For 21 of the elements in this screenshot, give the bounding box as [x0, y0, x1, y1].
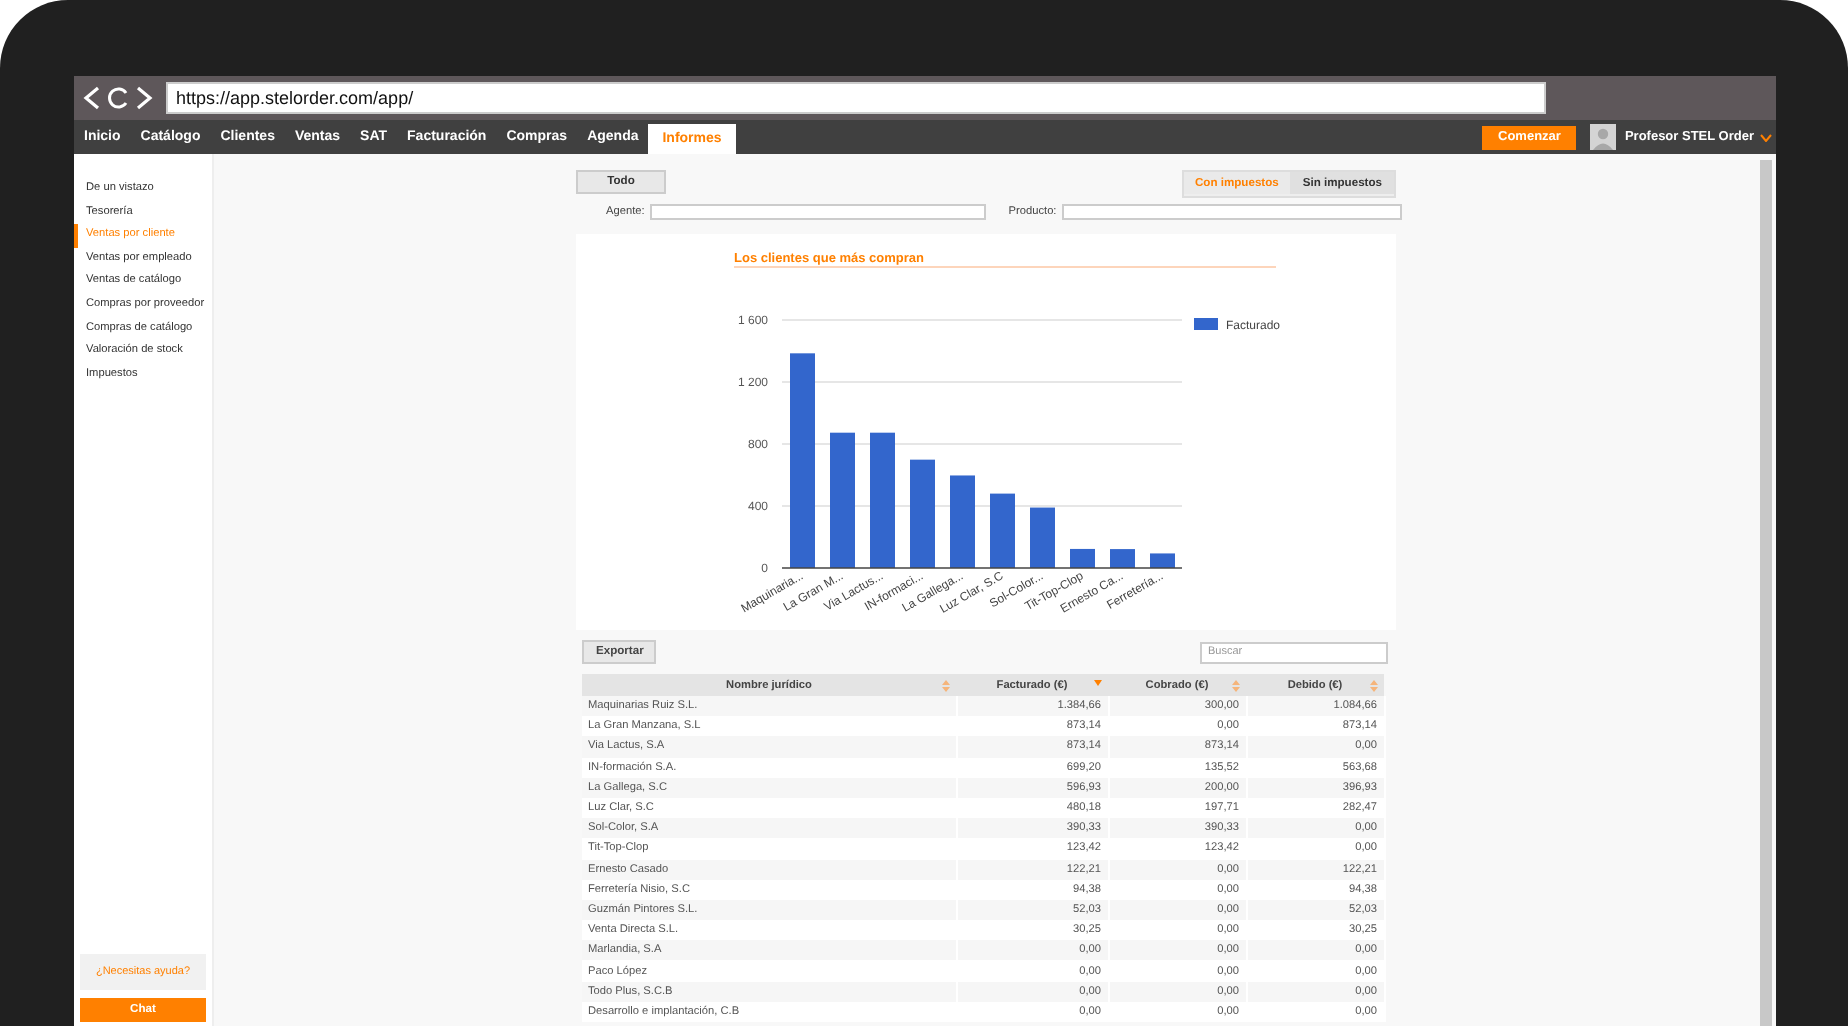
sort-icon[interactable] [1232, 679, 1240, 691]
scrollbar[interactable] [1760, 160, 1772, 1026]
bar [950, 475, 975, 568]
bar [1030, 507, 1055, 568]
url-field[interactable]: https://app.stelorder.com/app/ [166, 82, 1546, 114]
product-field[interactable] [1062, 204, 1403, 220]
sort-descending-icon[interactable] [1094, 680, 1102, 686]
bar [990, 493, 1015, 568]
avatar-icon [1590, 124, 1617, 150]
forward-icon[interactable] [134, 86, 154, 110]
back-icon[interactable] [82, 86, 102, 110]
caret-icon[interactable] [1760, 133, 1772, 141]
agent-field[interactable] [650, 204, 987, 220]
sort-icon[interactable] [942, 679, 950, 691]
bar [870, 432, 895, 568]
sort-icon[interactable] [1370, 679, 1378, 691]
bar [910, 459, 935, 568]
bar [830, 432, 855, 568]
reload-icon[interactable] [106, 86, 130, 110]
legend-swatch [1194, 318, 1218, 330]
bar [1070, 548, 1095, 568]
